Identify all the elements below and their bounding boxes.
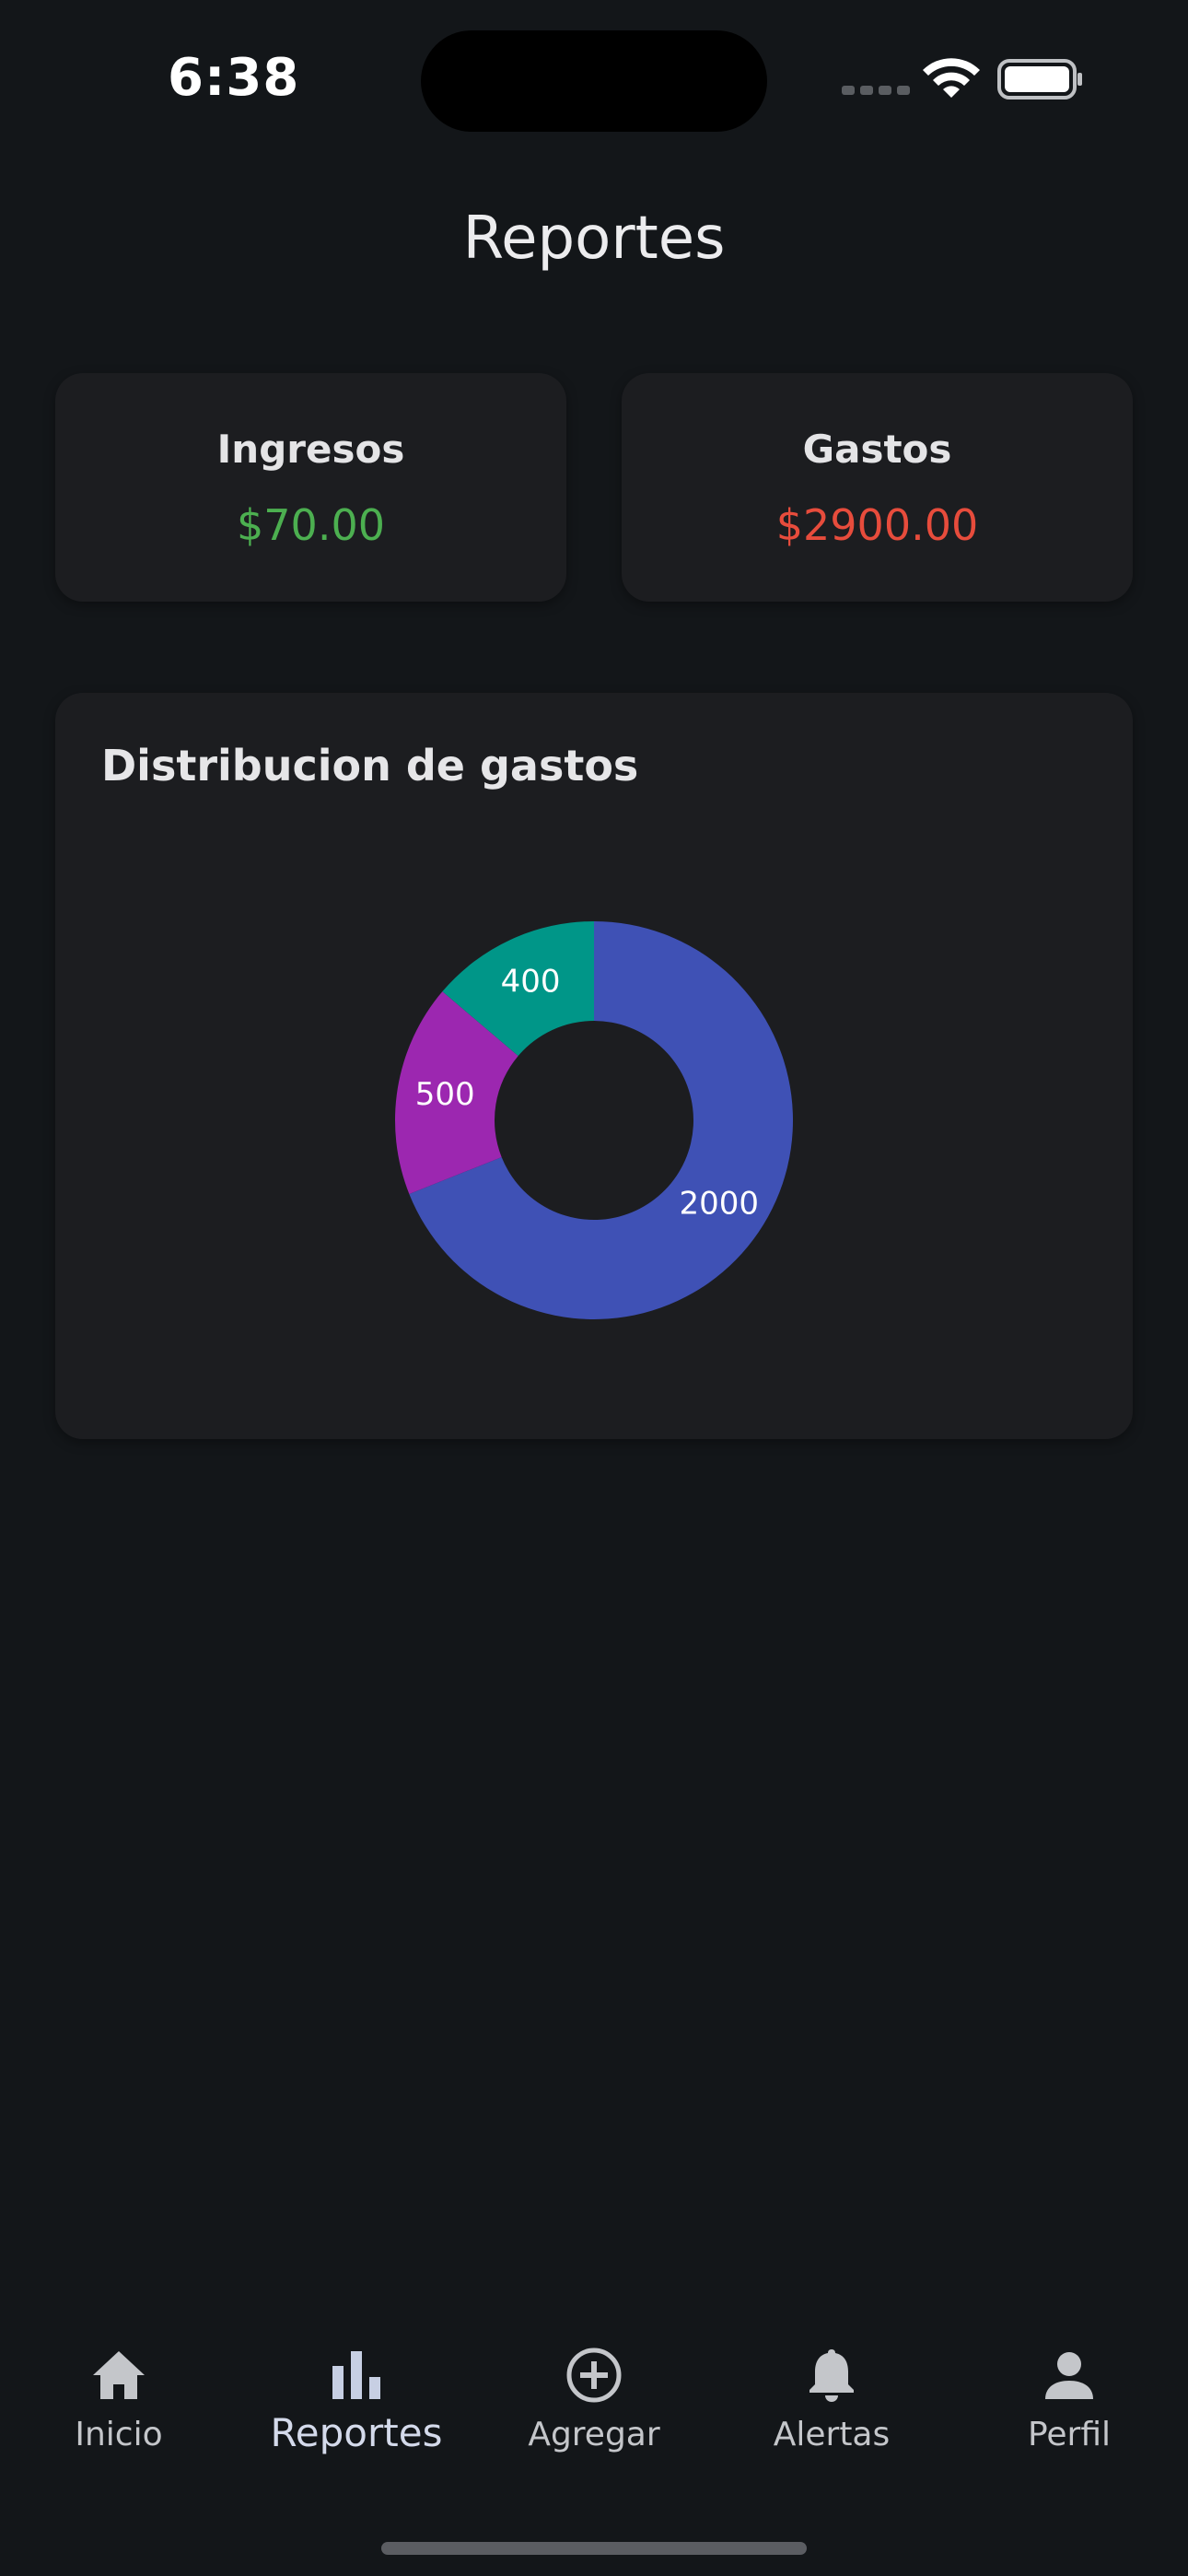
nav-label-perfil: Perfil — [1027, 2416, 1112, 2453]
cellular-signal-icon — [842, 86, 910, 95]
expenses-card: Gastos $2900.00 — [622, 373, 1133, 602]
home-indicator — [381, 2542, 807, 2555]
nav-label-alertas: Alertas — [773, 2416, 891, 2453]
income-label: Ingresos — [216, 427, 405, 472]
donut-slice-label-2000: 2000 — [679, 1186, 759, 1223]
income-value: $70.00 — [237, 500, 385, 550]
donut-slice-label-400: 400 — [501, 964, 561, 1001]
add-circle-icon — [566, 2348, 622, 2403]
nav-label-reportes: Reportes — [270, 2410, 443, 2455]
bell-icon — [809, 2349, 854, 2402]
donut-slice-label-500: 500 — [415, 1076, 475, 1113]
dynamic-island — [421, 30, 767, 132]
status-bar: 6:38 — [0, 0, 1188, 157]
wifi-icon — [923, 58, 980, 98]
status-time: 6:38 — [168, 48, 300, 108]
home-icon — [93, 2351, 145, 2399]
income-card: Ingresos $70.00 — [55, 373, 566, 602]
bottom-navigation: Inicio Reportes Agregar Alertas Perfil — [0, 2322, 1188, 2506]
nav-item-alertas[interactable]: Alertas — [721, 2322, 942, 2453]
expenses-label: Gastos — [802, 427, 952, 472]
person-icon — [1045, 2352, 1093, 2399]
nav-label-agregar: Agregar — [528, 2416, 660, 2453]
nav-label-inicio: Inicio — [75, 2416, 163, 2453]
battery-icon — [997, 59, 1082, 100]
nav-item-inicio[interactable]: Inicio — [8, 2322, 229, 2453]
bar-chart-icon — [332, 2351, 380, 2399]
nav-item-agregar[interactable]: Agregar — [483, 2322, 705, 2453]
page-title: Reportes — [462, 205, 726, 273]
nav-item-reportes[interactable]: Reportes — [246, 2322, 467, 2455]
nav-item-perfil[interactable]: Perfil — [959, 2322, 1180, 2453]
expense-distribution-card: Distribucion de gastos 2000 500 400 — [55, 693, 1133, 1439]
donut-chart: 2000 500 400 — [395, 921, 794, 1319]
expenses-value: $2900.00 — [775, 500, 979, 550]
